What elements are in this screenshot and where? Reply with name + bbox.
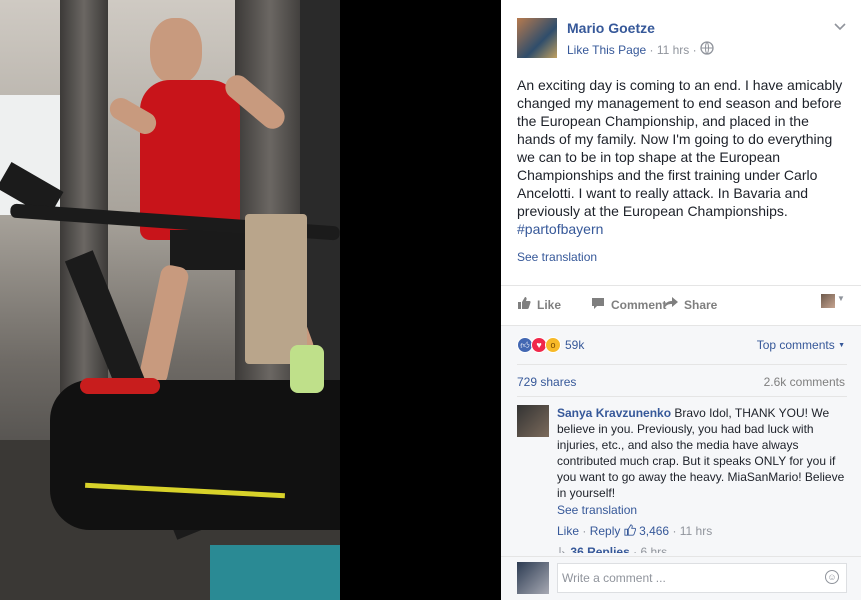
post-actions: Like Comment Share ▼	[517, 292, 847, 316]
divider	[517, 396, 847, 397]
top-comments-dropdown[interactable]: Top comments ▼	[757, 338, 845, 352]
see-translation-link[interactable]: See translation	[517, 250, 597, 264]
post-time[interactable]: · 11 hrs ·	[650, 43, 697, 57]
wow-reaction-icon: o	[545, 337, 561, 353]
thumbs-up-icon	[624, 524, 636, 538]
like-label: Like	[537, 297, 562, 312]
share-icon	[664, 296, 678, 313]
like-button[interactable]: Like	[517, 296, 561, 313]
shares-count[interactable]: 729 shares	[517, 375, 576, 389]
share-label: Share	[684, 297, 718, 312]
comment-time[interactable]: · 11 hrs	[672, 524, 712, 538]
viewer-avatar	[821, 294, 835, 308]
comment-like-count[interactable]: 3,466	[639, 524, 669, 538]
reaction-count[interactable]: 59k	[565, 338, 584, 352]
divider	[501, 285, 861, 286]
current-user-avatar	[517, 562, 549, 594]
towel	[245, 214, 307, 364]
comment-label: Comment	[611, 297, 667, 312]
post-body: An exciting day is coming to an end. I h…	[517, 76, 847, 238]
like-page-link[interactable]: Like This Page	[567, 43, 646, 57]
divider	[517, 364, 847, 365]
video-area[interactable]	[0, 0, 501, 600]
reactions-summary[interactable]: 👍︎ ♥ o 59k	[517, 336, 584, 354]
comment-like-link[interactable]: Like	[557, 524, 579, 538]
author-name[interactable]: Mario Goetze	[567, 20, 655, 36]
comment-actions: Like · Reply 3,466 · 11 hrs	[557, 524, 713, 538]
post-text: An exciting day is coming to an end. I h…	[517, 77, 843, 219]
comment-input[interactable]	[557, 563, 847, 593]
post-panel: Mario Goetze Like This Page · 11 hrs · A…	[501, 0, 861, 600]
person-leg-left	[137, 263, 191, 387]
person-shorts	[170, 230, 250, 270]
comment-composer: ☺	[517, 562, 847, 594]
comments-count[interactable]: 2.6k comments	[764, 375, 845, 389]
treadmill-belt	[50, 380, 340, 530]
comment-see-translation-link[interactable]: See translation	[557, 502, 847, 518]
person-head	[150, 18, 202, 84]
teal-object	[210, 545, 340, 600]
divider	[501, 556, 861, 557]
top-comments-label: Top comments	[756, 338, 835, 352]
comment-reply-link[interactable]: Reply	[590, 524, 621, 538]
view-replies[interactable]: ↳ 36 Replies · 6 hrs	[557, 545, 667, 553]
replies-time: · 6 hrs	[633, 545, 668, 553]
smiley-icon[interactable]: ☺	[825, 570, 839, 584]
page-avatar[interactable]	[517, 18, 557, 58]
caret-down-icon: ▼	[838, 342, 845, 349]
commenter-name[interactable]: Sanya Kravzunenko	[557, 406, 671, 420]
comment-body: Sanya Kravzunenko Bravo Idol, THANK YOU!…	[557, 405, 847, 539]
shoe-left	[80, 378, 160, 394]
divider	[501, 325, 861, 326]
chevron-down-icon[interactable]	[833, 20, 847, 34]
post-as-selector[interactable]: ▼	[821, 294, 847, 310]
globe-icon	[700, 41, 714, 57]
comment-button[interactable]: Comment	[591, 296, 666, 313]
commenter-avatar[interactable]	[517, 405, 549, 437]
caret-down-icon: ▼	[837, 294, 845, 303]
reply-arrow-icon: ↳	[557, 545, 568, 553]
post-meta: Like This Page · 11 hrs ·	[567, 41, 714, 57]
share-button[interactable]: Share	[664, 296, 717, 313]
thumbs-up-icon	[517, 296, 531, 313]
replies-link[interactable]: 36 Replies	[570, 545, 629, 553]
comment-text: Bravo Idol, THANK YOU! We believe in you…	[557, 406, 845, 500]
comment-icon	[591, 296, 605, 313]
post-photo[interactable]	[0, 0, 340, 600]
shoe-right	[290, 345, 324, 393]
post-header: Mario Goetze Like This Page · 11 hrs ·	[517, 18, 847, 62]
hashtag-link[interactable]: #partofbayern	[517, 221, 603, 237]
